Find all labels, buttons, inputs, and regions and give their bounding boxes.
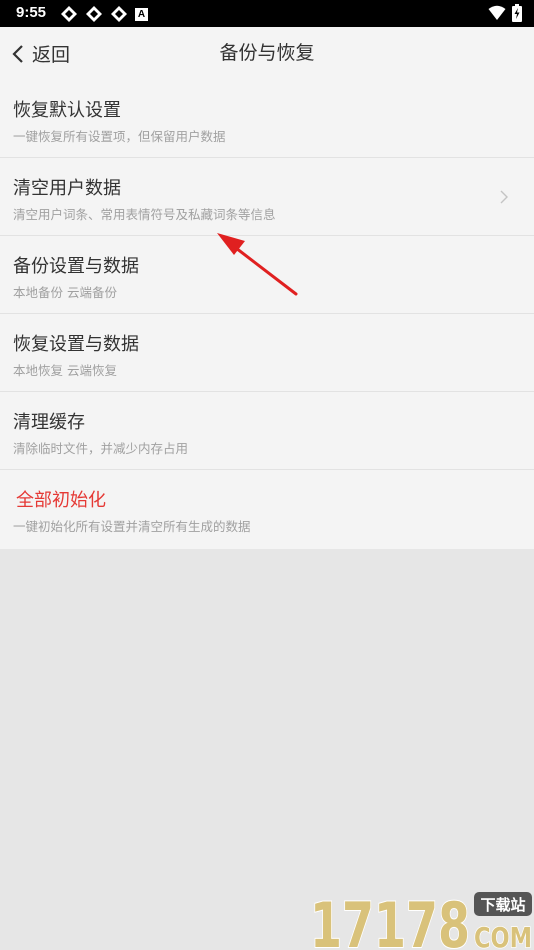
item-title: 恢复设置与数据 [13, 334, 139, 355]
clear-cache-item[interactable]: 清理缓存 清除临时文件，并减少内存占用 [0, 392, 534, 470]
item-subtitle: 本地恢复 云端恢复 [13, 363, 117, 378]
wifi-icon [488, 5, 506, 21]
item-subtitle: 清空用户词条、常用表情符号及私藏词条等信息 [13, 207, 276, 222]
watermark-number: 17178 [310, 889, 470, 950]
chevron-right-icon [500, 189, 508, 208]
battery-icon [512, 4, 522, 22]
backup-settings-item[interactable]: 备份设置与数据 本地备份 云端备份 [0, 236, 534, 314]
notification-icons: A [60, 5, 148, 23]
page-title: 备份与恢复 [219, 42, 315, 64]
item-title: 清空用户数据 [13, 178, 121, 199]
watermark-badge: 下载站 [480, 896, 525, 914]
back-label: 返回 [32, 44, 71, 66]
chevron-left-icon [12, 44, 32, 64]
status-time: 9:55 [16, 4, 47, 21]
restore-defaults-item[interactable]: 恢复默认设置 一键恢复所有设置项，但保留用户数据 [0, 80, 534, 158]
item-title: 全部初始化 [16, 490, 106, 511]
watermark-domain: COM [474, 921, 532, 950]
item-title: 备份设置与数据 [13, 256, 139, 277]
notification-app-icon [60, 5, 78, 23]
notification-app-icon [110, 5, 128, 23]
item-subtitle: 本地备份 云端备份 [13, 285, 117, 300]
restore-settings-item[interactable]: 恢复设置与数据 本地恢复 云端恢复 [0, 314, 534, 392]
back-button[interactable]: 返回 [12, 27, 70, 80]
settings-list: 恢复默认设置 一键恢复所有设置项，但保留用户数据 清空用户数据 清空用户词条、常… [0, 80, 534, 549]
system-status-icons [488, 4, 522, 22]
accessibility-badge-icon: A [135, 7, 148, 21]
item-subtitle: 一键初始化所有设置并清空所有生成的数据 [13, 519, 251, 534]
item-title: 恢复默认设置 [13, 100, 121, 121]
item-subtitle: 一键恢复所有设置项，但保留用户数据 [13, 129, 226, 144]
factory-reset-item[interactable]: 全部初始化 一键初始化所有设置并清空所有生成的数据 [0, 470, 534, 549]
watermark-logo: 17178 下载站 COM [309, 888, 533, 950]
item-subtitle: 清除临时文件，并减少内存占用 [13, 441, 189, 456]
item-title: 清理缓存 [13, 412, 85, 433]
status-bar: 9:55 A [0, 0, 534, 27]
notification-app-icon [85, 5, 103, 23]
clear-user-data-item[interactable]: 清空用户数据 清空用户词条、常用表情符号及私藏词条等信息 [0, 158, 534, 236]
navigation-bar: 返回 备份与恢复 [0, 27, 534, 81]
